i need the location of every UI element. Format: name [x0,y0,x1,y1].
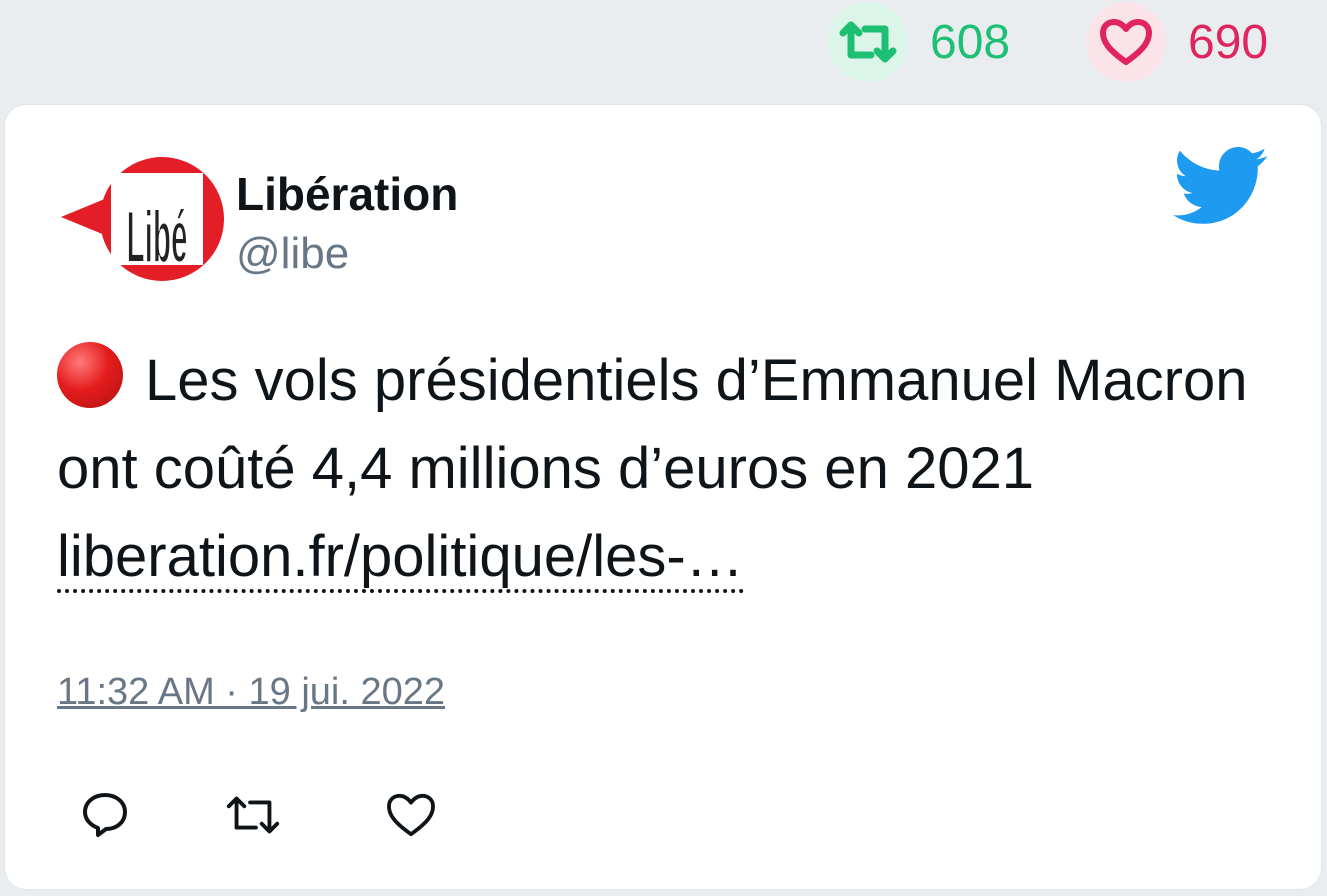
like-count: 690 [1188,15,1269,69]
author-handle[interactable]: @libe [236,229,349,279]
tweet-actions [57,785,557,845]
tweet-card[interactable]: Libé Libération @libe Les vols président… [4,104,1322,890]
tweet-text-block: Les vols présidentiels d’Emmanuel Macron… [57,337,1277,601]
heart-icon[interactable] [381,785,441,845]
heart-icon[interactable] [1086,2,1166,82]
tweet-text: Les vols présidentiels d’Emmanuel Macron… [57,348,1248,501]
twitter-bird-icon[interactable] [1173,147,1269,227]
retweet-icon[interactable] [828,2,908,82]
retweet-stat[interactable]: 608 [828,2,1010,82]
retweet-count: 608 [930,15,1011,69]
avatar[interactable]: Libé [59,145,225,295]
like-stat[interactable]: 690 [1086,2,1268,82]
tweet-timestamp[interactable]: 11:32 AM · 19 jui. 2022 [57,671,445,714]
red-circle-icon [57,342,123,408]
avatar-logo-text: Libé [126,197,187,278]
stats-bar: 608 690 [0,0,1327,100]
author-name[interactable]: Libération [236,167,458,221]
retweet-icon[interactable] [223,785,283,845]
tweet-link[interactable]: liberation.fr/politique/les-… [57,524,744,593]
reply-icon[interactable] [75,785,135,845]
